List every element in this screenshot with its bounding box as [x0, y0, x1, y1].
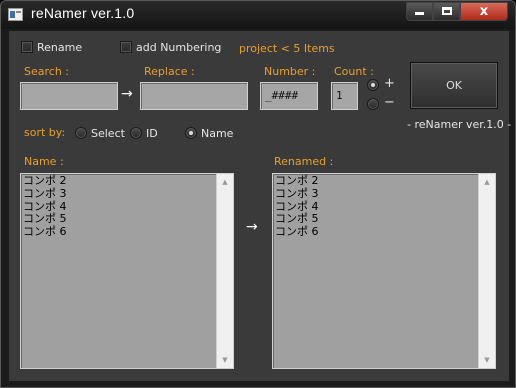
close-icon: x — [479, 4, 489, 19]
maximize-icon — [441, 7, 452, 15]
scroll-up-icon[interactable]: ▲ — [217, 174, 233, 190]
name-to-renamed-arrow: → — [246, 219, 258, 235]
minimize-button[interactable] — [406, 2, 433, 21]
renamed-listbox[interactable]: コンポ 2 コンポ 3 コンポ 4 コンポ 5 コンポ 6 ▲ ▼ — [272, 173, 496, 369]
name-list-label: Name : — [24, 155, 64, 168]
plus-label: + — [384, 76, 395, 91]
count-increment-radio[interactable] — [367, 79, 379, 91]
main-panel: Rename add Numbering project < 5 Items S… — [9, 31, 512, 381]
list-item[interactable]: コンポ 6 — [23, 225, 67, 239]
minus-label: − — [384, 95, 395, 110]
search-label: Search : — [24, 65, 69, 78]
version-note: - reNamer ver.1.0 - — [407, 118, 512, 131]
count-input[interactable]: 1 — [331, 82, 358, 110]
app-icon — [8, 8, 23, 21]
app-window: reNamer ver.1.0 x Rename add Numbering p… — [0, 0, 516, 388]
add-numbering-label: add Numbering — [136, 41, 222, 54]
number-label: Number : — [264, 65, 316, 78]
list-item[interactable]: コンポ 2 — [275, 174, 319, 188]
sort-id-label: ID — [146, 127, 158, 140]
maximize-button[interactable] — [433, 2, 460, 21]
add-numbering-checkbox[interactable] — [120, 41, 132, 53]
window-title: reNamer ver.1.0 — [31, 5, 135, 21]
scroll-up-icon[interactable]: ▲ — [479, 174, 495, 190]
name-list-items: コンポ 2 コンポ 3 コンポ 4 コンポ 5 コンポ 6 — [23, 174, 67, 239]
name-listbox[interactable]: コンポ 2 コンポ 3 コンポ 4 コンポ 5 コンポ 6 ▲ ▼ — [20, 173, 234, 369]
sort-name-label: Name — [201, 127, 234, 140]
search-input[interactable] — [20, 82, 118, 110]
sort-by-label: sort by: — [24, 126, 66, 139]
list-item[interactable]: コンポ 3 — [275, 187, 319, 201]
count-label: Count : — [334, 65, 374, 78]
list-item[interactable]: コンポ 3 — [23, 187, 67, 201]
sort-select-radio[interactable] — [75, 127, 87, 139]
count-decrement-radio[interactable] — [367, 98, 379, 110]
rename-checkbox[interactable] — [21, 41, 33, 53]
replace-input[interactable] — [140, 82, 248, 110]
name-list-scrollbar[interactable]: ▲ ▼ — [216, 174, 233, 368]
sort-id-radio[interactable] — [130, 127, 142, 139]
number-format-input[interactable]: _#### — [260, 82, 318, 110]
scroll-down-icon[interactable]: ▼ — [479, 352, 495, 368]
search-to-replace-arrow: → — [121, 86, 133, 102]
renamed-list-items: コンポ 2 コンポ 3 コンポ 4 コンポ 5 コンポ 6 — [275, 174, 319, 239]
minimize-icon — [415, 12, 424, 15]
sort-select-label: Select — [91, 127, 125, 140]
rename-label: Rename — [37, 41, 83, 54]
renamed-list-scrollbar[interactable]: ▲ ▼ — [478, 174, 495, 368]
list-item[interactable]: コンポ 2 — [23, 174, 67, 188]
ok-button[interactable]: OK — [410, 62, 498, 109]
title-bar[interactable]: reNamer ver.1.0 x — [1, 1, 515, 29]
replace-label: Replace : — [144, 65, 195, 78]
scroll-down-icon[interactable]: ▼ — [217, 352, 233, 368]
close-button[interactable]: x — [460, 2, 508, 21]
renamed-list-label: Renamed : — [274, 155, 334, 168]
list-item[interactable]: コンポ 6 — [275, 225, 319, 239]
project-info-text: project < 5 Items — [239, 42, 335, 55]
sort-name-radio[interactable] — [185, 127, 197, 139]
